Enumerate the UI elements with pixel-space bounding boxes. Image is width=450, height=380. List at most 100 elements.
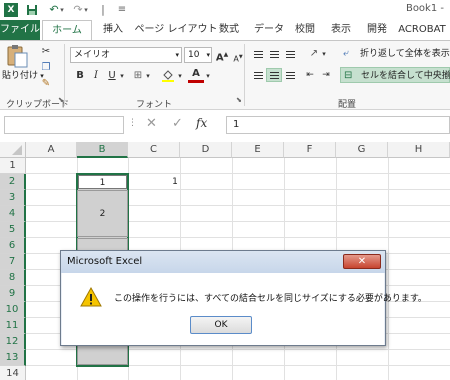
wrap-text-icon: ⤶	[343, 48, 349, 59]
wrap-text-button[interactable]: ⤶ 折り返して全体を表示する	[340, 46, 450, 62]
column-header-d[interactable]: D	[180, 142, 232, 158]
row-header-12[interactable]: 12	[0, 334, 26, 350]
formula-bar-splitter[interactable]: ⋮	[128, 118, 137, 128]
select-all-corner[interactable]	[0, 142, 26, 158]
tab-review[interactable]: 校閲	[290, 20, 320, 40]
paste-label: 貼り付け	[2, 71, 39, 81]
row-header-5[interactable]: 5	[0, 222, 26, 238]
column-header-a[interactable]: A	[26, 142, 77, 158]
tab-page-layout[interactable]: ページ レイアウト	[132, 20, 220, 40]
increase-indent-icon[interactable]: ⇥	[318, 67, 334, 83]
row-header-9[interactable]: 9	[0, 286, 26, 302]
tab-home[interactable]: ホーム	[42, 20, 92, 41]
excel-logo-icon: X	[4, 3, 18, 17]
enter-icon[interactable]: ✓	[172, 116, 183, 131]
cancel-icon[interactable]: ✕	[146, 116, 157, 131]
dialog-close-button[interactable]: ✕	[343, 254, 381, 269]
book-title: Book1 -	[405, 3, 444, 14]
ribbon-separator	[244, 44, 245, 106]
tab-formulas[interactable]: 数式	[214, 20, 244, 40]
row-header-3[interactable]: 3	[0, 190, 26, 206]
font-size-combo[interactable]: 10 ▾	[184, 47, 212, 63]
column-header-c[interactable]: C	[128, 142, 180, 158]
tab-view[interactable]: 表示	[326, 20, 356, 40]
column-header-e[interactable]: E	[232, 142, 284, 158]
qat-separator: |	[101, 3, 105, 16]
ribbon-separator	[64, 44, 65, 106]
font-color-dropdown-icon[interactable]: ▾	[204, 68, 212, 84]
insert-function-icon[interactable]: fx	[196, 116, 207, 130]
save-icon[interactable]	[24, 2, 40, 18]
align-right-icon[interactable]	[282, 68, 298, 82]
row-header-10[interactable]: 10	[0, 302, 26, 318]
align-center-icon[interactable]	[266, 68, 282, 82]
font-launcher-icon[interactable]: ⬊	[236, 96, 242, 104]
merge-center-icon: ⊟	[344, 70, 353, 81]
align-bottom-icon[interactable]	[282, 47, 298, 61]
align-left-icon[interactable]	[250, 68, 266, 82]
font-group-label: フォント	[136, 100, 173, 110]
row-header-1[interactable]: 1	[0, 158, 26, 174]
grow-font-button[interactable]: A▲	[214, 47, 230, 63]
tab-data[interactable]: データ	[250, 20, 288, 40]
underline-dropdown-icon[interactable]: ▾	[118, 68, 126, 84]
fill-color-icon[interactable]	[160, 68, 176, 84]
column-header-b[interactable]: B	[77, 142, 128, 158]
format-painter-icon[interactable]: ✎	[38, 76, 54, 92]
ok-button[interactable]: OK	[190, 316, 252, 334]
dialog-message: この操作を行うには、すべての結合セルを同じサイズにする必要があります。	[114, 294, 427, 304]
merge-center-label: セルを結合して中央揃え	[361, 71, 450, 81]
column-header-g[interactable]: G	[336, 142, 388, 158]
row-header-4[interactable]: 4	[0, 206, 26, 222]
row-header-8[interactable]: 8	[0, 270, 26, 286]
dialog-title: Microsoft Excel	[67, 256, 143, 267]
tab-file[interactable]: ファイル	[0, 20, 40, 40]
dialog-body: この操作を行うには、すべての結合セルを同じサイズにする必要があります。 OK	[62, 273, 427, 345]
tab-developer[interactable]: 開発	[362, 20, 392, 40]
row-header-7[interactable]: 7	[0, 254, 26, 270]
quick-access-toolbar: X ↶ ▾ ↷ ▾ | ≡ Book1 -	[0, 0, 450, 20]
italic-button[interactable]: I	[88, 68, 104, 84]
row-header-14[interactable]: 14	[0, 366, 26, 380]
cell-b2[interactable]: 1	[78, 175, 127, 189]
wrap-text-label: 折り返して全体を表示する	[360, 49, 450, 59]
fill-color-dropdown-icon[interactable]: ▾	[176, 68, 184, 84]
copy-icon[interactable]: ❐	[38, 60, 54, 76]
merge-center-button[interactable]: ⊟ セルを結合して中央揃え	[340, 67, 450, 83]
cell-c2[interactable]: 1	[160, 175, 190, 189]
redo-dropdown-icon[interactable]: ▾	[82, 2, 90, 18]
font-size-value: 10	[188, 50, 200, 60]
row-header-11[interactable]: 11	[0, 318, 26, 334]
bold-button[interactable]: B	[72, 68, 88, 84]
paste-icon[interactable]	[4, 44, 30, 68]
name-box[interactable]	[4, 116, 124, 134]
cut-icon[interactable]: ✂	[38, 44, 54, 60]
clipboard-launcher-icon[interactable]: ⬊	[58, 96, 64, 104]
column-header-f[interactable]: F	[284, 142, 336, 158]
grow-font-label: A	[215, 52, 224, 64]
formula-input[interactable]: 1	[226, 116, 450, 134]
excel-window: X ↶ ▾ ↷ ▾ | ≡ Book1 - ファイル ホーム 挿入 ページ レイ…	[0, 0, 450, 380]
undo-dropdown-icon[interactable]: ▾	[58, 2, 66, 18]
tab-insert[interactable]: 挿入	[96, 20, 130, 40]
align-middle-icon[interactable]	[266, 47, 282, 61]
font-name-value: メイリオ	[74, 50, 111, 60]
font-color-icon[interactable]: A	[188, 68, 204, 83]
merged-cell-b3[interactable]: 2	[77, 190, 128, 237]
decrease-indent-icon[interactable]: ⇤	[302, 67, 318, 83]
warning-icon	[80, 286, 102, 307]
column-header-h[interactable]: H	[388, 142, 450, 158]
formula-buttons: ✕ ✓ fx	[140, 116, 222, 134]
align-top-icon[interactable]	[250, 47, 266, 61]
borders-dropdown-icon[interactable]: ▾	[144, 68, 152, 84]
row-header-6[interactable]: 6	[0, 238, 26, 254]
dialog-title-bar[interactable]: Microsoft Excel ✕	[61, 251, 385, 273]
row-header-2[interactable]: 2	[0, 174, 26, 190]
row-header-13[interactable]: 13	[0, 350, 26, 366]
message-dialog: Microsoft Excel ✕ この操作を行うには、すべての結合セルを同じサ…	[60, 250, 427, 346]
tab-acrobat[interactable]: ACROBAT	[394, 20, 450, 40]
alignment-group-label: 配置	[338, 100, 357, 110]
orientation-dropdown-icon[interactable]: ▾	[320, 46, 328, 62]
customize-qat-icon[interactable]: ≡	[114, 2, 130, 18]
font-name-combo[interactable]: メイリオ ▾	[70, 47, 182, 63]
